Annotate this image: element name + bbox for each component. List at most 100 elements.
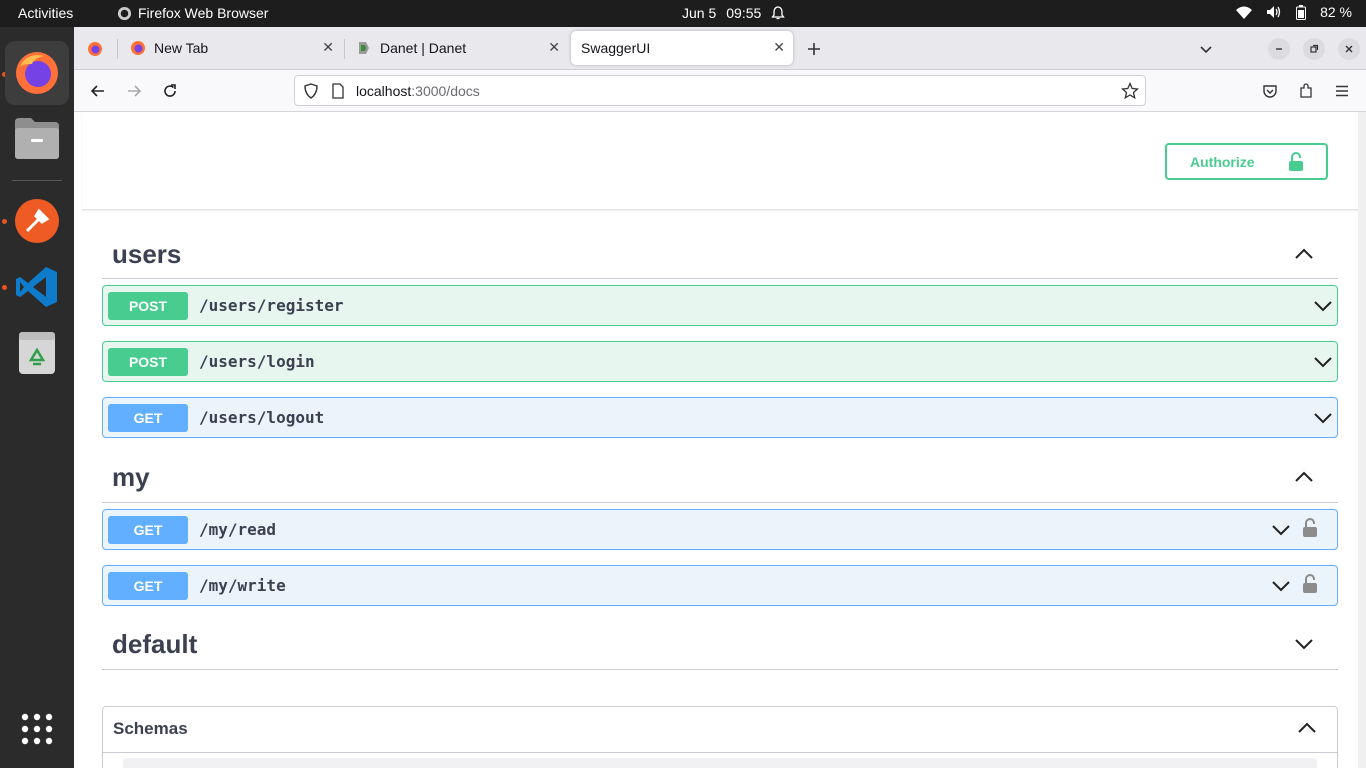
padlock-icon[interactable] — [1302, 518, 1318, 538]
section-divider — [102, 278, 1338, 279]
system-status[interactable]: 82 % — [1236, 4, 1352, 20]
section-divider — [102, 502, 1338, 503]
firefox-view-button[interactable] — [82, 36, 108, 62]
navigation-toolbar: localhost:3000/docs — [74, 70, 1366, 112]
chevron-down-icon[interactable] — [1292, 632, 1316, 656]
section-title-users[interactable]: users — [112, 239, 181, 270]
section-divider — [102, 669, 1338, 670]
method-badge: POST — [108, 348, 188, 376]
dock-postman[interactable] — [5, 189, 69, 253]
app-menu-button[interactable] — [1329, 78, 1355, 104]
date-label: Jun 5 — [682, 5, 717, 21]
dock-files[interactable] — [5, 106, 69, 170]
operation-post-users-login[interactable]: POST /users/login — [102, 341, 1338, 382]
time-label: 09:55 — [726, 5, 762, 21]
operation-get-my-write[interactable]: GET /my/write — [102, 565, 1338, 606]
close-tab-icon[interactable]: ✕ — [548, 39, 560, 56]
method-badge: POST — [108, 292, 188, 320]
tab-separator — [344, 39, 345, 59]
chevron-up-icon[interactable] — [1292, 242, 1316, 266]
minimize-icon — [1276, 48, 1282, 50]
schemas-panel: Schemas — [102, 706, 1338, 768]
dock-separator — [12, 180, 62, 181]
wifi-icon — [1236, 6, 1253, 19]
back-button[interactable] — [85, 78, 111, 104]
swagger-info-panel: Authorize — [82, 112, 1358, 210]
method-badge: GET — [108, 404, 188, 432]
padlock-icon[interactable] — [1302, 574, 1318, 594]
restore-icon — [1310, 44, 1319, 53]
tab-label: Danet | Danet — [380, 40, 467, 56]
vscode-icon — [16, 267, 57, 307]
hamburger-menu-icon — [1336, 85, 1348, 97]
close-window-button[interactable] — [1338, 38, 1360, 60]
maximize-button[interactable] — [1303, 38, 1325, 60]
chevron-down-icon[interactable] — [1311, 294, 1335, 318]
firefox-tab-icon — [131, 41, 145, 55]
url-text[interactable]: localhost:3000/docs — [356, 83, 480, 99]
schema-model-container[interactable] — [123, 758, 1317, 768]
tab-swaggerui[interactable]: SwaggerUI ✕ — [571, 31, 793, 65]
operation-post-users-register[interactable]: POST /users/register — [102, 285, 1338, 326]
operation-get-my-read[interactable]: GET /my/read — [102, 509, 1338, 550]
puzzle-icon — [1300, 83, 1312, 98]
tab-separator — [117, 39, 118, 59]
app-menu[interactable]: Firefox Web Browser — [117, 5, 268, 21]
section-title-default[interactable]: default — [112, 629, 197, 660]
chevron-up-icon[interactable] — [1292, 465, 1316, 489]
tab-label: SwaggerUI — [581, 40, 651, 56]
alarm-icon — [771, 6, 786, 20]
tab-new-tab[interactable]: New Tab ✕ — [120, 31, 342, 65]
app-grid-icon — [21, 713, 53, 745]
show-apps-button[interactable] — [5, 697, 69, 761]
section-title-my[interactable]: my — [112, 462, 150, 493]
authorize-label: Authorize — [1190, 153, 1255, 170]
operation-get-users-logout[interactable]: GET /users/logout — [102, 397, 1338, 438]
swagger-page: Authorize users POST /users/register POS… — [74, 112, 1358, 768]
url-bar[interactable]: localhost:3000/docs — [294, 75, 1146, 106]
firefox-small-icon — [117, 6, 132, 20]
forward-arrow-icon — [128, 85, 142, 97]
method-badge: GET — [108, 516, 188, 544]
dock-vscode[interactable] — [5, 255, 69, 319]
dock-trash[interactable] — [5, 321, 69, 385]
volume-icon — [1267, 6, 1281, 18]
schemas-divider — [103, 752, 1337, 753]
tracking-protection-shield-icon[interactable] — [303, 83, 319, 99]
list-all-tabs-button[interactable] — [1193, 36, 1219, 62]
operation-path: /my/read — [199, 520, 277, 539]
battery-icon — [1296, 4, 1307, 20]
operation-path: /my/write — [199, 576, 286, 595]
chevron-down-icon[interactable] — [1311, 406, 1335, 430]
operation-path: /users/logout — [199, 408, 325, 427]
system-top-bar: Activities Firefox Web Browser Jun 5 09:… — [0, 0, 1366, 27]
reload-button[interactable] — [157, 78, 183, 104]
activities-button[interactable]: Activities — [18, 5, 73, 21]
page-info-icon[interactable] — [331, 83, 345, 99]
bookmark-star-icon[interactable] — [1121, 82, 1139, 100]
chevron-down-icon[interactable] — [1269, 518, 1293, 542]
minimize-button[interactable] — [1268, 38, 1290, 60]
dock-firefox[interactable] — [5, 41, 69, 105]
schemas-title[interactable]: Schemas — [113, 719, 188, 739]
close-tab-icon[interactable]: ✕ — [773, 39, 785, 56]
tab-danet[interactable]: Danet | Danet ✕ — [346, 31, 568, 65]
close-tab-icon[interactable]: ✕ — [322, 39, 334, 56]
dock — [0, 27, 74, 768]
authorize-button[interactable]: Authorize — [1165, 143, 1328, 180]
extensions-button[interactable] — [1293, 78, 1319, 104]
forward-button[interactable] — [121, 78, 147, 104]
pocket-button[interactable] — [1257, 78, 1283, 104]
chevron-up-icon[interactable] — [1295, 716, 1319, 740]
chevron-down-icon[interactable] — [1269, 574, 1293, 598]
method-badge: GET — [108, 572, 188, 600]
firefox-icon — [16, 52, 58, 94]
chevron-down-icon[interactable] — [1311, 350, 1335, 374]
trash-icon — [19, 332, 55, 374]
page-scrollbar[interactable] — [1358, 112, 1366, 768]
battery-percentage: 82 % — [1320, 4, 1352, 20]
new-tab-button[interactable] — [801, 36, 827, 62]
clock[interactable]: Jun 5 09:55 — [682, 5, 786, 21]
firefox-view-icon — [88, 42, 102, 56]
close-icon — [1345, 45, 1353, 53]
